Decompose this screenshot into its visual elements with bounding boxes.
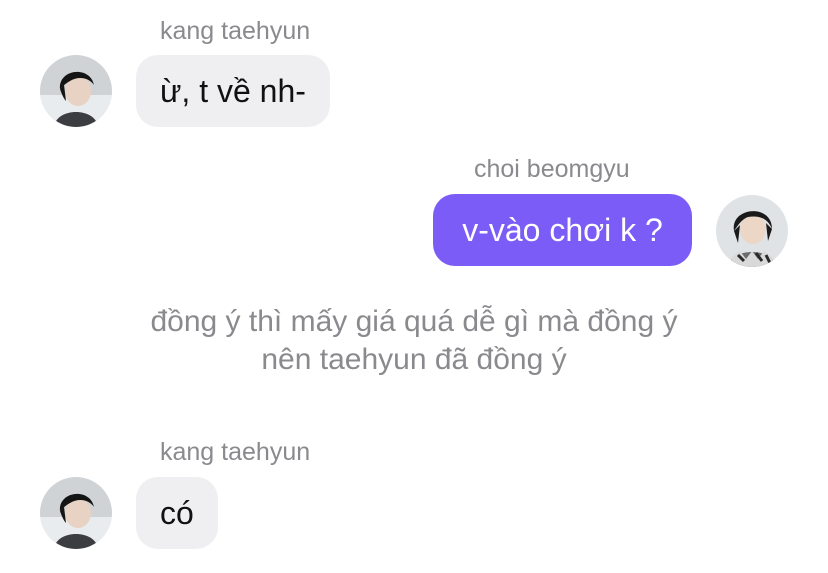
avatar[interactable] bbox=[40, 55, 112, 127]
avatar[interactable] bbox=[40, 477, 112, 549]
incoming-message-bubble[interactable]: có bbox=[136, 477, 218, 549]
sender-name: kang taehyun bbox=[160, 438, 311, 466]
user-avatar-icon bbox=[40, 477, 112, 549]
user-avatar-icon bbox=[716, 195, 788, 267]
narration-line-2: nên taehyun đã đồng ý bbox=[261, 343, 567, 376]
sender-name: kang taehyun bbox=[160, 17, 311, 45]
incoming-message-bubble[interactable]: ừ, t về nh- bbox=[136, 55, 330, 127]
sender-name: choi beomgyu bbox=[474, 155, 630, 183]
narration-line-1: đồng ý thì mấy giá quá dễ gì mà đồng ý bbox=[150, 305, 678, 338]
avatar[interactable] bbox=[716, 195, 788, 267]
user-avatar-icon bbox=[40, 55, 112, 127]
outgoing-message-bubble[interactable]: v-vào chơi k ? bbox=[433, 194, 692, 266]
